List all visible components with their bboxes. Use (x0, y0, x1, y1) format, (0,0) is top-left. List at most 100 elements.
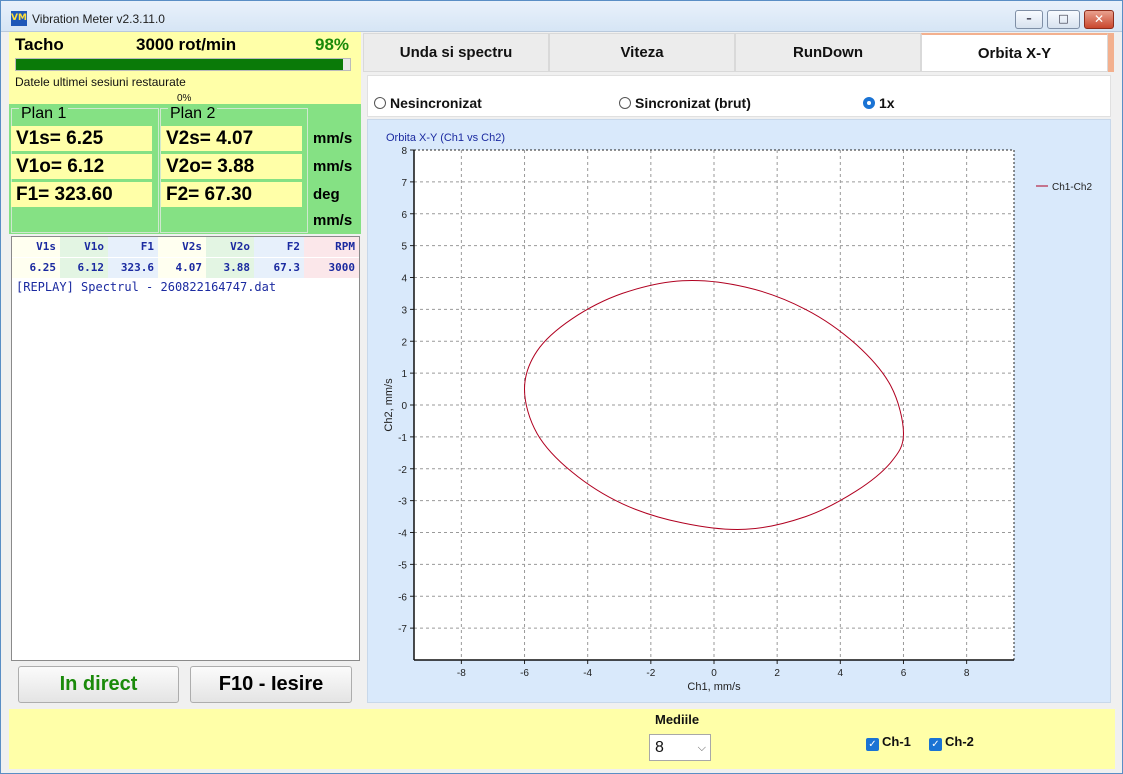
averages-label: Mediile (655, 712, 700, 727)
unit-label: deg (313, 186, 340, 203)
plan1-title: Plan 1 (19, 105, 69, 123)
unit-label: mm/s (313, 158, 353, 175)
tacho-panel: Tacho 3000 rot/min 98% Datele ultimei se… (9, 32, 361, 104)
y-tick-label: -5 (398, 560, 407, 571)
chart-title: Orbita X-Y (Ch1 vs Ch2) (386, 132, 505, 144)
tab-orbit-xy[interactable]: Orbita X-Y (921, 33, 1108, 72)
column-header[interactable]: V1s (12, 237, 60, 257)
v1o-value: V1o= 6.12 (11, 154, 152, 179)
checkbox-label: Ch-2 (945, 734, 974, 749)
table-cell: 323.6 (108, 258, 158, 278)
x-tick-label: -4 (583, 668, 592, 679)
tacho-percent: 98% (315, 35, 350, 54)
x-tick-label: -8 (457, 668, 466, 679)
x-tick-label: -6 (520, 668, 529, 679)
radio-label: Nesincronizat (390, 95, 482, 111)
y-axis-label: Ch2, mm/s (383, 378, 395, 432)
minimize-icon: – (1026, 12, 1032, 25)
y-tick-label: 1 (401, 369, 407, 380)
y-tick-label: 2 (401, 337, 407, 348)
y-tick-label: -7 (398, 624, 407, 635)
checkbox-checked-icon: ✓ (929, 738, 942, 751)
v2o-value: V2o= 3.88 (161, 154, 302, 179)
live-button[interactable]: In direct (18, 666, 179, 703)
orbit-chart-area: Orbita X-Y (Ch1 vs Ch2) -8 -6 -4 -2 0 2 4 6 8 8 7 6 5… (367, 119, 1111, 703)
y-tick-label: 3 (401, 305, 407, 316)
y-tick-label: 6 (401, 210, 407, 221)
table-cell: 3000 (304, 258, 359, 278)
column-header[interactable]: F1 (108, 237, 158, 257)
x-tick-label: 8 (964, 668, 970, 679)
y-tick-label: 0 (401, 401, 407, 412)
x-tick-label: 2 (774, 668, 780, 679)
chevron-down-icon: ⌵ (697, 742, 706, 754)
ch2-checkbox[interactable]: ✓ Ch-2 (929, 734, 974, 751)
f2-value: F2= 67.30 (161, 182, 302, 207)
column-header[interactable]: V2o (206, 237, 254, 257)
tacho-rpm: 3000 rot/min (136, 35, 237, 54)
radio-unsync[interactable]: Nesincronizat (374, 95, 482, 111)
app-icon: VM (11, 11, 27, 26)
x-tick-label: 0 (711, 668, 717, 679)
y-tick-label: -4 (398, 529, 407, 540)
y-tick-label: -6 (398, 592, 407, 603)
table-cell: 6.12 (60, 258, 108, 278)
orbit-chart[interactable]: Orbita X-Y (Ch1 vs Ch2) -8 -6 -4 -2 0 2 4 6 8 8 7 6 5… (368, 120, 1110, 702)
averages-value: 8 (655, 739, 664, 756)
log-line: [REPLAY] Spectrul - 260822164747.dat (16, 280, 277, 294)
column-header[interactable]: F2 (254, 237, 304, 257)
close-icon: ✕ (1093, 12, 1105, 26)
y-tick-label: -3 (398, 497, 407, 508)
table-cell: 3.88 (206, 258, 254, 278)
tab-rundown[interactable]: RunDown (735, 33, 921, 72)
tacho-label: Tacho (15, 35, 64, 54)
ch1-checkbox[interactable]: ✓ Ch-1 (866, 734, 911, 751)
table-cell: 6.25 (12, 258, 60, 278)
exit-button[interactable]: F10 - Iesire (190, 666, 352, 703)
radio-sync-raw[interactable]: Sincronizat (brut) (619, 95, 751, 111)
y-tick-label: 5 (401, 242, 407, 253)
tab-waveform-spectrum[interactable]: Unda si spectru (363, 33, 549, 72)
window-title: Vibration Meter v2.3.11.0 (32, 12, 165, 26)
tacho-progress-bar (15, 58, 351, 71)
table-cell: 4.07 (158, 258, 206, 278)
column-header[interactable]: RPM (304, 237, 359, 257)
unit-label: mm/s (313, 212, 353, 229)
x-tick-label: 6 (901, 668, 907, 679)
close-button[interactable]: ✕ (1084, 10, 1114, 29)
tacho-status: Datele ultimei sesiuni restaurate (15, 75, 186, 89)
column-header[interactable]: V1o (60, 237, 108, 257)
y-tick-label: -1 (398, 433, 407, 444)
v1s-value: V1s= 6.25 (11, 126, 152, 151)
radio-label: Sincronizat (brut) (635, 95, 751, 111)
bottom-panel: Mediile 8 ⌵ ✓ Ch-1 ✓ Ch-2 (9, 709, 1115, 769)
f1-value: F1= 323.60 (11, 182, 152, 207)
y-tick-label: 8 (401, 146, 407, 157)
plan2-title: Plan 2 (168, 105, 218, 123)
radio-circle-icon (619, 97, 631, 109)
table-cell: 67.3 (254, 258, 304, 278)
averages-select[interactable]: 8 ⌵ (649, 734, 711, 761)
radio-selected-icon (863, 97, 875, 109)
radio-circle-icon (374, 97, 386, 109)
maximize-icon: □ (1058, 12, 1069, 25)
legend-label: Ch1-Ch2 (1052, 182, 1092, 193)
progress-text: 0% (177, 93, 192, 104)
radio-1x[interactable]: 1x (863, 95, 895, 111)
values-table: V1s V1o F1 V2s V2o F2 RPM 6.25 6.12 323.… (11, 236, 360, 661)
left-panel: Tacho 3000 rot/min 98% Datele ultimei se… (9, 32, 361, 709)
tab-velocity[interactable]: Viteza (549, 33, 735, 72)
radio-label: 1x (879, 95, 895, 111)
y-tick-label: 7 (401, 178, 407, 189)
y-tick-label: -2 (398, 465, 407, 476)
v2s-value: V2s= 4.07 (161, 126, 302, 151)
maximize-button[interactable]: □ (1047, 10, 1080, 29)
column-header[interactable]: V2s (158, 237, 206, 257)
checkbox-checked-icon: ✓ (866, 738, 879, 751)
x-axis-label: Ch1, mm/s (687, 681, 741, 693)
app-window: VM Vibration Meter v2.3.11.0 – □ ✕ Tacho… (0, 0, 1123, 774)
minimize-button[interactable]: – (1015, 10, 1043, 29)
tab-bar: Unda si spectru Viteza RunDown Orbita X-… (363, 33, 1113, 72)
x-tick-label: 4 (838, 668, 844, 679)
y-tick-label: 4 (401, 274, 407, 285)
